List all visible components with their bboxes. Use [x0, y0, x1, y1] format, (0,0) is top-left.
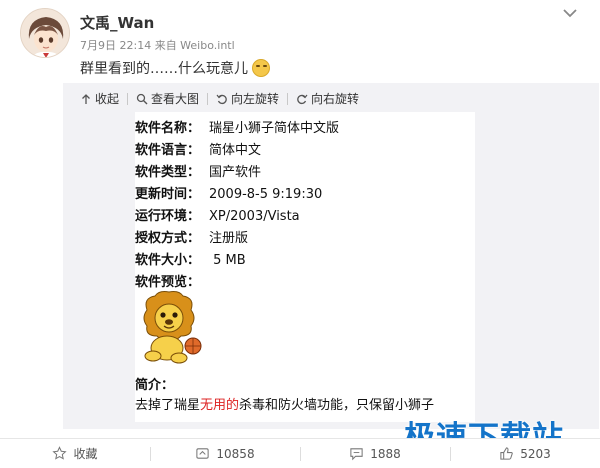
chevron-down-icon[interactable] [562, 6, 578, 20]
info-key: 运行环境： [135, 209, 201, 224]
like-button[interactable]: 5203 [450, 439, 600, 468]
avatar-anime-icon [21, 9, 69, 57]
info-row-size: 软件大小： 5 MB [135, 249, 246, 268]
rotate-right-button[interactable]: 向右旋转 [296, 90, 359, 107]
comment-icon [350, 448, 363, 461]
favorite-button[interactable]: 收藏 [0, 439, 150, 468]
info-row-type: 软件类型： 国产软件 [135, 161, 261, 180]
info-value: 注册版 [209, 231, 249, 246]
rotate-left-icon [216, 94, 227, 104]
toolbar-divider [127, 92, 129, 105]
repost-button[interactable]: 10858 [150, 439, 300, 468]
thumbs-up-icon [500, 447, 513, 460]
info-row-name: 软件名称： 瑞星小狮子简体中文版 [135, 117, 339, 136]
info-key: 更新时间： [135, 187, 201, 202]
info-row-license: 授权方式： 注册版 [135, 227, 248, 246]
lion-mascot-icon [143, 291, 202, 364]
action-bar: 收藏 10858 1888 5203 [0, 438, 600, 468]
info-value: 国产软件 [209, 165, 262, 180]
comment-button[interactable]: 1888 [300, 439, 450, 468]
magnify-icon [136, 93, 148, 104]
laughing-emoji-icon [252, 59, 270, 77]
rotate-left-label: 向左旋转 [231, 92, 280, 106]
info-value: XP/2003/Vista [209, 209, 300, 224]
description-part-1: 去掉了瑞星 [135, 398, 201, 413]
info-row-updated: 更新时间： 2009-8-5 9:19:30 [135, 183, 322, 202]
info-row-preview: 软件预览： [135, 271, 209, 290]
star-icon [52, 446, 68, 460]
toolbar-divider [207, 92, 209, 105]
info-value: 简体中文 [209, 143, 262, 158]
info-key: 软件类型： [135, 165, 201, 180]
description-part-3: 杀毒和防火墙功能，只保留小狮子 [239, 398, 435, 413]
comment-count: 1888 [370, 446, 401, 461]
info-value: 2009-8-5 9:19:30 [209, 187, 323, 202]
info-key: 软件名称： [135, 121, 201, 136]
repost-count: 10858 [216, 446, 255, 461]
description-highlight: 无用的 [200, 398, 240, 413]
view-large-label: 查看大图 [151, 92, 200, 106]
description-text: 去掉了瑞星无用的杀毒和防火墙功能，只保留小狮子 [135, 394, 434, 413]
description-label: 简介： [135, 378, 175, 393]
toolbar-divider [287, 92, 289, 105]
collapse-button[interactable]: 收起 [80, 90, 119, 107]
view-large-button[interactable]: 查看大图 [136, 90, 199, 107]
collapse-label: 收起 [95, 92, 120, 106]
post-image[interactable]: 软件名称： 瑞星小狮子简体中文版 软件语言： 简体中文 软件类型： 国产软件 更新时间… [135, 112, 475, 422]
image-toolbar: 收起 查看大图 向左旋转 向右旋转 [80, 90, 359, 107]
username[interactable]: 文禹_Wan [80, 12, 154, 33]
arrow-up-icon [82, 93, 90, 104]
post-text-content: 群里看到的……什么玩意儿 [80, 61, 248, 77]
post-meta: 7月9日 22:14 来自 Weibo.intl [80, 39, 235, 52]
info-row-language: 软件语言： 简体中文 [135, 139, 261, 158]
rotate-right-label: 向右旋转 [311, 92, 360, 106]
like-count: 5203 [520, 446, 551, 461]
info-row-environment: 运行环境： XP/2003/Vista [135, 205, 300, 224]
avatar[interactable] [20, 8, 70, 58]
info-key: 软件大小： [135, 253, 201, 268]
favorite-label: 收藏 [73, 447, 98, 461]
rotate-left-button[interactable]: 向左旋转 [216, 90, 279, 107]
info-key: 授权方式： [135, 231, 201, 246]
post-text: 群里看到的……什么玩意儿 [80, 58, 270, 78]
rotate-right-icon [297, 94, 308, 104]
info-key: 软件预览： [135, 275, 201, 290]
repost-icon [196, 448, 210, 459]
info-key: 软件语言： [135, 143, 201, 158]
info-value: 瑞星小狮子简体中文版 [209, 121, 340, 136]
weibo-post: 文禹_Wan 7月9日 22:14 来自 Weibo.intl 群里看到的……什… [0, 0, 600, 468]
info-value: 5 MB [209, 253, 246, 268]
